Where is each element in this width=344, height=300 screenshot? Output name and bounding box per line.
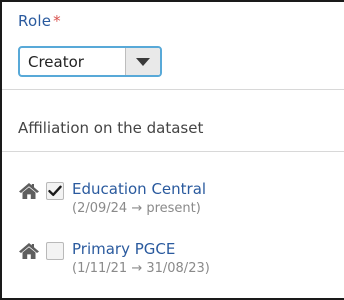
required-marker: * <box>53 12 61 30</box>
affiliation-name-link[interactable]: Education Central <box>72 179 206 199</box>
role-label-text: Role <box>18 12 52 30</box>
affiliation-text: Primary PGCE (1/11/21 → 31/08/23) <box>72 239 210 278</box>
affiliation-dates: (2/09/24 → present) <box>72 201 201 216</box>
home-icon <box>18 242 40 260</box>
role-dropdown-button[interactable] <box>125 48 160 75</box>
affiliation-checkbox-unchecked[interactable] <box>46 242 64 260</box>
role-affiliation-panel: Role * Creator Affiliation on the dataset… <box>0 0 344 300</box>
divider <box>2 151 344 152</box>
role-select-value: Creator <box>28 52 84 71</box>
affiliation-text: Education Central (2/09/24 → present) <box>72 179 206 218</box>
affiliation-heading: Affiliation on the dataset <box>18 119 204 137</box>
affiliation-item-education-central: Education Central (2/09/24 → present) <box>18 179 206 218</box>
affiliation-item-primary-pgce: Primary PGCE (1/11/21 → 31/08/23) <box>18 239 210 278</box>
role-label: Role * <box>18 12 61 30</box>
role-select[interactable]: Creator <box>18 46 162 77</box>
affiliation-checkbox-checked[interactable] <box>46 182 64 200</box>
affiliation-name-link[interactable]: Primary PGCE <box>72 239 210 259</box>
divider <box>2 89 344 90</box>
chevron-down-icon <box>136 57 150 66</box>
home-icon <box>18 182 40 200</box>
affiliation-dates: (1/11/21 → 31/08/23) <box>72 261 210 276</box>
